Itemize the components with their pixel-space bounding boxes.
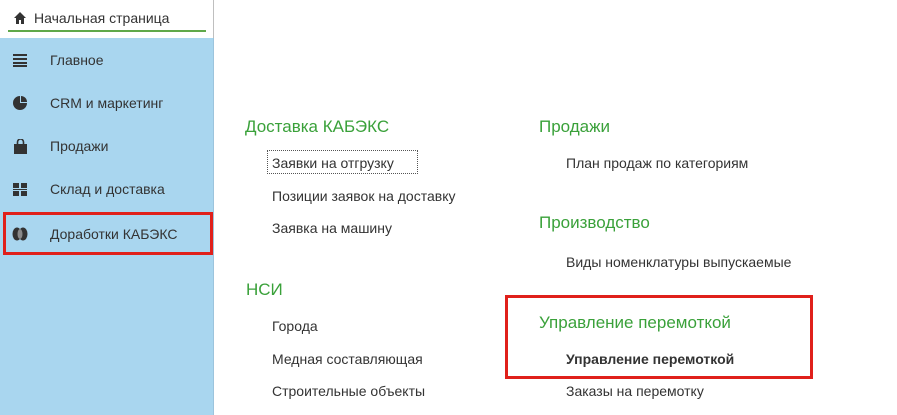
sidebar: Главное CRM и маркетинг Продажи Склад и … xyxy=(0,38,214,415)
sidebar-item-main[interactable]: Главное xyxy=(0,40,214,80)
sidebar-item-label: Доработки КАБЭКС xyxy=(50,225,178,242)
sidebar-item-label: Главное xyxy=(50,52,104,68)
sidebar-item-label: Склад и доставка xyxy=(50,181,165,197)
sidebar-item-label: Продажи xyxy=(50,138,109,154)
shopping-bag-icon xyxy=(12,138,28,154)
link-shipment-requests[interactable]: Заявки на отгрузку xyxy=(272,155,394,171)
sidebar-item-warehouse[interactable]: Склад и доставка xyxy=(0,169,214,209)
link-construction-objects[interactable]: Строительные объекты xyxy=(272,383,425,399)
home-icon xyxy=(14,12,26,24)
group-title-sales: Продажи xyxy=(539,117,610,136)
home-tab[interactable]: Начальная страница xyxy=(0,0,214,38)
group-title-delivery: Доставка КАБЭКС xyxy=(245,117,390,136)
sidebar-item-crm[interactable]: CRM и маркетинг xyxy=(0,83,214,123)
sidebar-item-kabex[interactable]: Доработки КАБЭКС xyxy=(3,212,213,255)
group-title-rewinding: Управление перемоткой xyxy=(539,313,731,332)
group-title-production: Производство xyxy=(539,213,650,232)
link-sales-plan[interactable]: План продаж по категориям xyxy=(566,155,748,171)
link-cities[interactable]: Города xyxy=(272,318,318,334)
sidebar-item-sales[interactable]: Продажи xyxy=(0,126,214,166)
link-product-types[interactable]: Виды номенклатуры выпускаемые xyxy=(566,254,791,270)
group-title-nsi: НСИ xyxy=(246,280,283,299)
warehouse-grid-icon xyxy=(12,181,28,197)
link-delivery-request-items[interactable]: Позиции заявок на доставку xyxy=(272,188,455,204)
link-rewinding-orders[interactable]: Заказы на перемотку xyxy=(566,383,704,399)
sidebar-item-label: CRM и маркетинг xyxy=(50,95,164,111)
link-copper-component[interactable]: Медная составляющая xyxy=(272,351,423,367)
home-tab-label: Начальная страница xyxy=(34,10,170,26)
link-vehicle-request[interactable]: Заявка на машину xyxy=(272,220,392,236)
pie-chart-icon xyxy=(12,95,28,111)
menu-lines-icon xyxy=(12,52,28,68)
cable-reel-icon xyxy=(12,226,28,242)
link-rewinding-management[interactable]: Управление перемоткой xyxy=(566,351,734,367)
